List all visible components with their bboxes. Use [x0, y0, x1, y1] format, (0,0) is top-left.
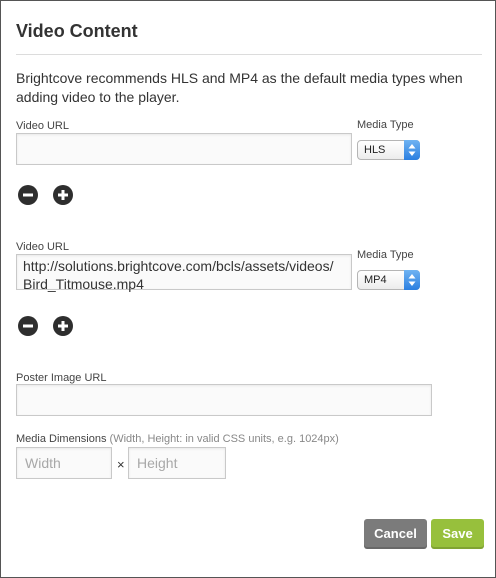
panel-title: Video Content [16, 21, 138, 41]
media-type-label: Media Type [357, 249, 414, 261]
dimension-separator: × [117, 457, 125, 472]
video-content-panel: Video Content Brightcove recommends HLS … [0, 0, 496, 578]
video-url-input[interactable] [16, 133, 352, 165]
plus-circle-icon [58, 321, 68, 331]
add-source-button[interactable] [53, 185, 73, 205]
media-type-value: HLS [364, 144, 386, 156]
remove-source-button[interactable] [18, 316, 38, 336]
save-button[interactable]: Save [431, 519, 484, 549]
media-dimensions-title: Media Dimensions [16, 433, 107, 445]
media-type-value: MP4 [364, 274, 387, 286]
height-input[interactable]: Height [128, 447, 226, 479]
media-type-select[interactable]: HLS [357, 140, 420, 160]
minus-circle-icon [23, 324, 33, 328]
up-down-arrows-icon [404, 140, 420, 160]
cancel-button[interactable]: Cancel [364, 519, 427, 549]
media-type-select[interactable]: MP4 [357, 270, 420, 290]
video-url-label: Video URL [16, 241, 69, 253]
up-down-arrows-icon [404, 270, 420, 290]
poster-image-url-label: Poster Image URL [16, 372, 107, 384]
add-source-button[interactable] [53, 316, 73, 336]
video-url-label: Video URL [16, 120, 69, 132]
video-url-input[interactable]: http://solutions.brightcove.com/bcls/ass… [16, 254, 352, 292]
media-dimensions-label: Media Dimensions (Width, Height: in vali… [16, 433, 339, 445]
media-type-label: Media Type [357, 119, 414, 131]
minus-circle-icon [23, 193, 33, 197]
width-input[interactable]: Width [16, 447, 112, 479]
poster-image-url-input[interactable] [16, 384, 432, 416]
remove-source-button[interactable] [18, 185, 38, 205]
intro-text: Brightcove recommends HLS and MP4 as the… [16, 70, 463, 105]
plus-circle-icon [58, 190, 68, 200]
title-divider [16, 54, 482, 55]
media-dimensions-hint: (Width, Height: in valid CSS units, e.g.… [109, 433, 339, 445]
